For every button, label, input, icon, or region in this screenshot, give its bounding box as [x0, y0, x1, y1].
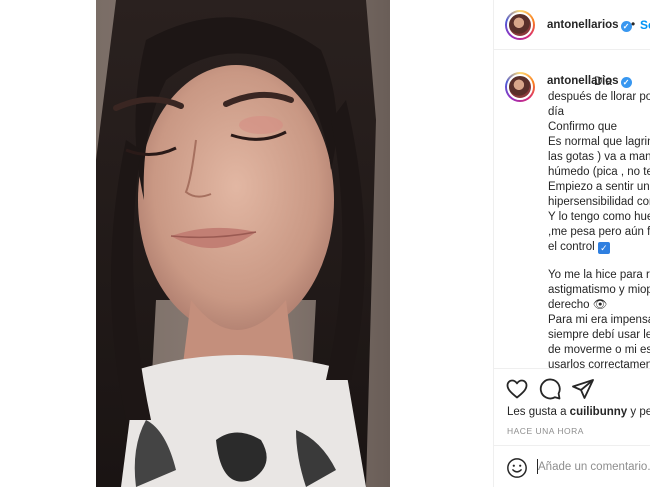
caption-line: después de llorar po	[548, 91, 650, 103]
likes-user-link[interactable]: cuilibunny	[570, 406, 628, 418]
caption-area[interactable]: antonellarios ✓ Día después de llorar po …	[494, 51, 650, 368]
caption-line: astigmatismo y miop	[548, 284, 650, 296]
post-actions: Les gusta a cuilibunny y per HACE UNA HO…	[494, 368, 650, 443]
heart-icon[interactable]	[505, 377, 529, 401]
caption-line: usarlos correctamen	[548, 359, 650, 368]
caption-line: Empiezo a sentir un	[548, 181, 650, 193]
username-text[interactable]: antonellarios	[547, 19, 619, 31]
caption-line: Para mi era impensa	[548, 314, 650, 326]
content-spacer	[390, 0, 493, 487]
post-header: antonellarios✓ • Se	[494, 0, 650, 50]
smiley-icon[interactable]	[506, 457, 528, 479]
comment-icon[interactable]	[538, 377, 562, 401]
caption-line: Yo me la hice para re	[548, 269, 650, 281]
avatar[interactable]	[505, 10, 535, 40]
caption-line: Y lo tengo como hue	[548, 211, 650, 223]
comment-input[interactable]	[538, 458, 650, 476]
caption-line: Es normal que lagrin	[548, 136, 650, 148]
caption-line: día	[548, 106, 564, 118]
caption-avatar[interactable]	[505, 72, 535, 102]
post-photo[interactable]	[96, 0, 390, 487]
paper-plane-icon[interactable]	[571, 377, 595, 401]
likes-summary[interactable]: Les gusta a cuilibunny y per	[507, 406, 650, 418]
likes-suffix: y per	[630, 406, 650, 418]
caption-username[interactable]: antonellarios ✓	[547, 75, 632, 88]
caption-line-control: el control ✓	[548, 240, 610, 256]
verified-badge-icon: ✓	[620, 77, 632, 88]
selfie-image	[96, 0, 390, 487]
caption-line: de moverme o mi es	[548, 344, 650, 356]
username-link[interactable]: antonellarios ✓	[547, 19, 632, 32]
caption-line: las gotas ) va a mant	[548, 151, 650, 163]
comment-bar	[494, 445, 650, 487]
follow-button[interactable]: Se	[640, 18, 650, 32]
post-panel: antonellarios✓ • Se antonellarios✓ Día d…	[493, 0, 650, 487]
caption-line: Confirmo que	[548, 121, 618, 133]
caption-line: el control	[548, 241, 595, 253]
separator-dot: •	[631, 17, 636, 31]
left-gutter	[0, 0, 96, 487]
caption-line: derecho 👁	[548, 299, 608, 311]
verified-badge-icon: ✓	[620, 21, 632, 32]
caption-line: siempre debí usar le	[548, 329, 650, 341]
check-mark-icon: ✓	[597, 242, 610, 254]
post-timestamp[interactable]: HACE UNA HORA	[507, 426, 584, 436]
caption-line: húmedo (pica , no te	[548, 166, 650, 178]
caption-line: ,me pesa pero aún fa	[548, 226, 650, 238]
caption-line: hipersensibilidad cor	[548, 196, 650, 208]
likes-prefix: Les gusta a	[507, 406, 567, 418]
caption-line: Día	[594, 76, 612, 88]
